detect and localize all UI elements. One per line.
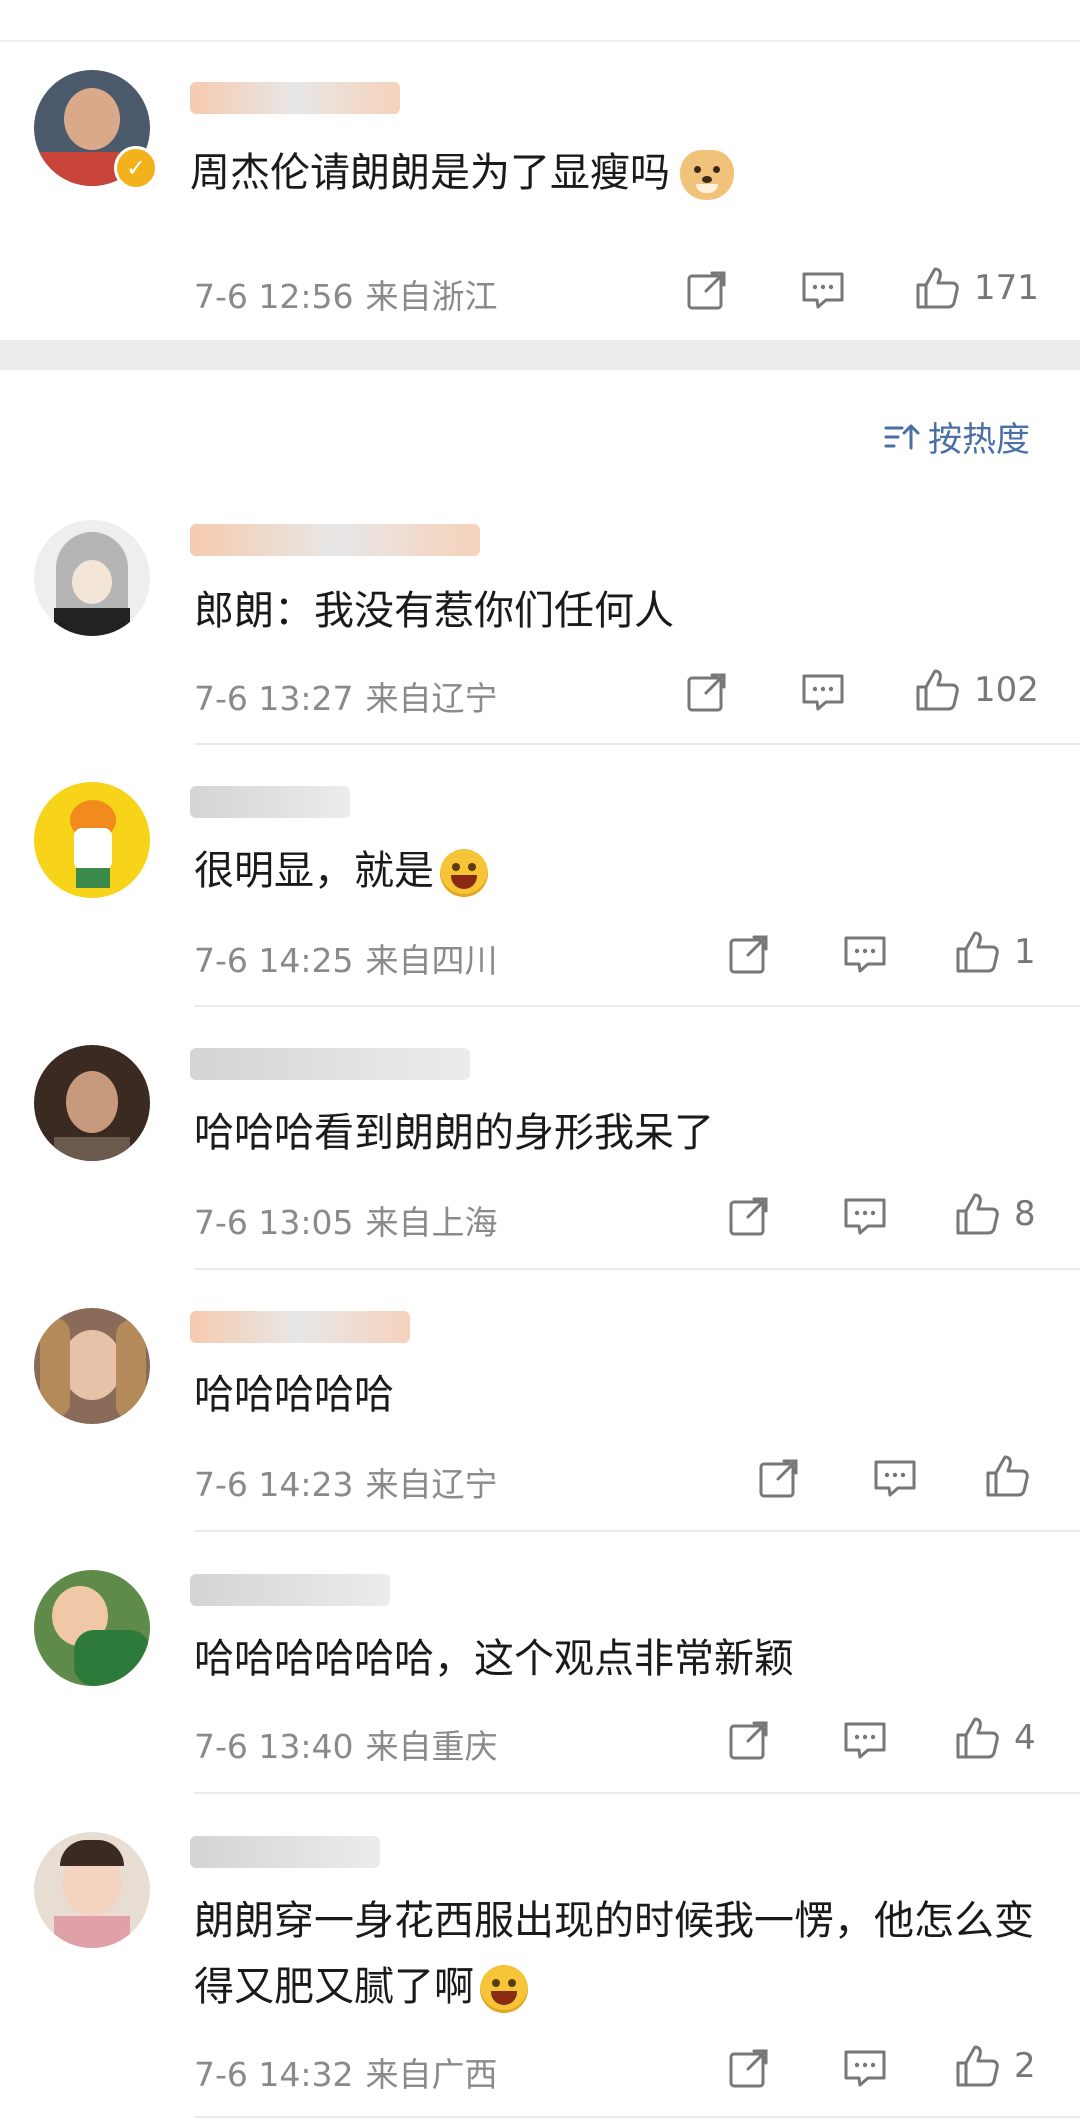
thumbs-up-icon — [986, 1455, 1029, 1497]
thumbs-up-icon — [956, 1193, 999, 1235]
share-icon[interactable] — [726, 931, 772, 977]
laughing-emoji-icon — [480, 1965, 528, 2013]
thumbs-up-icon — [916, 267, 959, 309]
username[interactable] — [190, 780, 390, 824]
comment-divider — [194, 1268, 1080, 1270]
comment-text: 哈哈哈看到朗朗的身形我呆了 — [194, 1110, 714, 1156]
share-icon[interactable] — [726, 1717, 772, 1763]
share-icon[interactable] — [684, 267, 730, 313]
comment-location: 来自上海 — [365, 1203, 498, 1242]
username[interactable] — [190, 1305, 430, 1349]
comment-divider — [194, 1530, 1080, 1532]
like-count: 2 — [1014, 2046, 1036, 2086]
comment-meta: 7-6 13:40 来自重庆 — [194, 1720, 498, 1768]
comment-text: 哈哈哈哈哈 — [194, 1372, 394, 1418]
comment-divider — [194, 2116, 1080, 2118]
like-button[interactable]: 8 — [954, 1191, 1036, 1237]
comment-date: 7-6 12:56 — [194, 277, 354, 316]
comment-location: 来自广西 — [365, 2055, 498, 2094]
comment-date: 7-6 14:23 — [194, 1465, 354, 1504]
thumbs-up-icon — [916, 669, 959, 711]
share-icon[interactable] — [756, 1455, 802, 1501]
thumbs-up-icon — [956, 2045, 999, 2087]
comment-meta: 7-6 12:56 来自浙江 — [194, 270, 498, 318]
avatar[interactable] — [34, 1570, 150, 1686]
comment-icon[interactable] — [842, 931, 888, 977]
laughing-emoji-icon — [440, 849, 488, 897]
comment-icon[interactable] — [842, 2045, 888, 2091]
comment-text: 很明显，就是 — [194, 838, 1054, 904]
username[interactable] — [190, 76, 410, 120]
sort-by-hot-button[interactable]: 按热度 — [884, 412, 1030, 461]
comment-icon[interactable] — [842, 1193, 888, 1239]
sort-icon — [884, 424, 920, 449]
comment-location: 来自浙江 — [365, 277, 498, 316]
comment-text: 朗朗穿一身花西服出现的时候我一愣，他怎么变得又肥又腻了啊 — [194, 1888, 1054, 2020]
comment-text: 哈哈哈哈哈哈，这个观点非常新颖 — [194, 1636, 794, 1682]
username[interactable] — [190, 518, 490, 562]
like-count: 102 — [974, 670, 1039, 710]
comment-icon[interactable] — [800, 669, 846, 715]
avatar[interactable] — [34, 782, 150, 898]
comment-icon[interactable] — [842, 1717, 888, 1763]
comment-meta: 7-6 14:23 来自辽宁 — [194, 1458, 498, 1506]
comment-location: 来自辽宁 — [365, 679, 498, 718]
thumbs-up-icon — [956, 1717, 999, 1759]
comment-icon[interactable] — [872, 1455, 918, 1501]
comment-meta: 7-6 13:05 来自上海 — [194, 1196, 498, 1244]
like-count: 171 — [974, 268, 1039, 308]
comment-divider — [194, 743, 1080, 745]
comment-date: 7-6 13:05 — [194, 1203, 354, 1242]
doge-emoji-icon — [680, 150, 734, 200]
comment-location: 来自四川 — [365, 941, 498, 980]
comment-location: 来自辽宁 — [365, 1465, 498, 1504]
comment-meta: 7-6 13:27 来自辽宁 — [194, 672, 498, 720]
share-icon[interactable] — [726, 2045, 772, 2091]
like-button[interactable]: 4 — [954, 1715, 1036, 1761]
share-icon[interactable] — [684, 669, 730, 715]
comment-location: 来自重庆 — [365, 1727, 498, 1766]
like-button[interactable]: 1 — [954, 929, 1036, 975]
comment-text: 周杰伦请朗朗是为了显瘦吗 — [190, 140, 1050, 206]
username[interactable] — [190, 1568, 490, 1612]
comment-date: 7-6 13:40 — [194, 1727, 354, 1766]
section-separator — [0, 340, 1080, 370]
share-icon[interactable] — [726, 1193, 772, 1239]
comment-icon[interactable] — [800, 267, 846, 313]
like-button[interactable]: 2 — [954, 2043, 1036, 2089]
comment-date: 7-6 14:25 — [194, 941, 354, 980]
like-button[interactable]: 102 — [914, 667, 1039, 713]
comment-date: 7-6 13:27 — [194, 679, 354, 718]
like-count: 1 — [1014, 932, 1036, 972]
comment-meta: 7-6 14:25 来自四川 — [194, 934, 498, 982]
comment-divider — [194, 1792, 1080, 1794]
like-button[interactable] — [984, 1453, 1044, 1499]
top-divider — [0, 40, 1080, 42]
like-count: 8 — [1014, 1194, 1036, 1234]
username[interactable] — [190, 1042, 490, 1086]
comment-divider — [194, 1005, 1080, 1007]
like-button[interactable]: 171 — [914, 265, 1039, 311]
comment-text: 郎朗：我没有惹你们任何人 — [194, 588, 674, 634]
like-count: 4 — [1014, 1718, 1036, 1758]
avatar[interactable] — [34, 1308, 150, 1424]
username[interactable] — [190, 1830, 410, 1874]
thumbs-up-icon — [956, 931, 999, 973]
avatar[interactable] — [34, 1045, 150, 1161]
verified-badge-icon: ✓ — [114, 146, 158, 190]
comment-meta: 7-6 14:32 来自广西 — [194, 2048, 498, 2096]
avatar[interactable] — [34, 1832, 150, 1948]
comment-date: 7-6 14:32 — [194, 2055, 354, 2094]
avatar[interactable] — [34, 520, 150, 636]
